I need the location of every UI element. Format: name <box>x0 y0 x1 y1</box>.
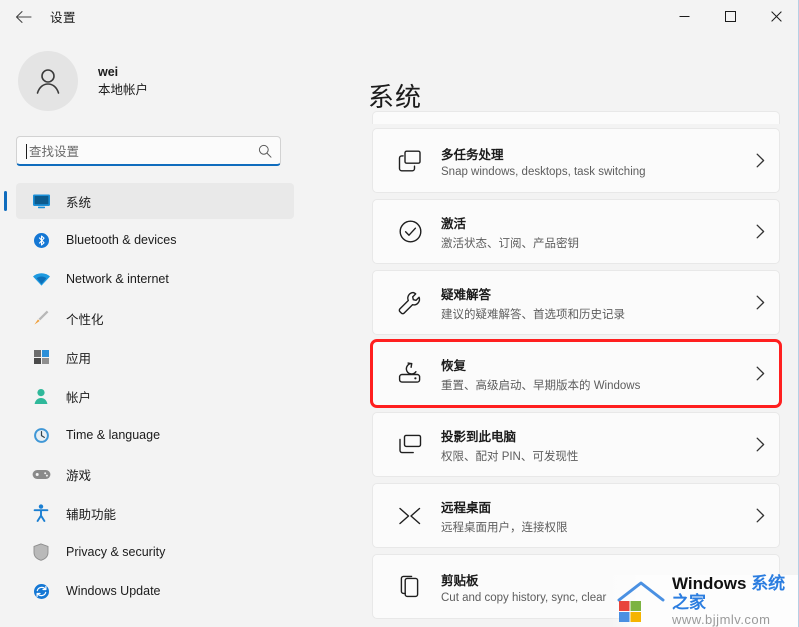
maximize-icon <box>724 11 736 22</box>
sidebar-item-label: Windows Update <box>66 584 161 598</box>
clock-icon <box>30 425 52 445</box>
person-icon <box>30 386 52 406</box>
card-subtitle: 权限、配对 PIN、可发现性 <box>441 450 579 463</box>
sidebar-item-windows-update[interactable]: Windows Update <box>16 573 294 609</box>
card-title: 激活 <box>441 216 467 231</box>
account-type: 本地帐户 <box>98 83 149 97</box>
card-title: 多任务处理 <box>441 147 504 162</box>
card-title: 远程桌面 <box>441 500 492 515</box>
partial-card-above[interactable] <box>372 111 780 124</box>
title-bar: 设置 <box>0 0 798 33</box>
settings-card-projecting[interactable]: 投影到此电脑 权限、配对 PIN、可发现性 <box>372 412 780 477</box>
minimize-button[interactable] <box>661 0 707 33</box>
watermark-brand-en: Windows <box>672 574 752 594</box>
sidebar-item-label: Time & language <box>66 428 161 442</box>
update-icon <box>30 581 52 601</box>
search-placeholder: 查找设置 <box>29 145 80 159</box>
settings-card-troubleshoot[interactable]: 疑难解答 建议的疑难解答、首选项和历史记录 <box>372 270 780 335</box>
paintbrush-icon <box>30 308 52 328</box>
search-input[interactable]: 查找设置 <box>16 136 281 166</box>
settings-window: 设置 wei 本地帐户 查找设置 系统 Bluetooth & devices … <box>0 0 799 627</box>
maximize-button[interactable] <box>707 0 753 33</box>
bluetooth-icon <box>30 230 52 250</box>
gamepad-icon <box>30 464 52 484</box>
watermark: Windows 系统之家 www.bjjmlv.com <box>608 574 798 627</box>
card-subtitle: 建议的疑难解答、首选项和历史记录 <box>441 308 625 321</box>
sidebar-item-apps[interactable]: 应用 <box>16 339 294 375</box>
card-subtitle: Snap windows, desktops, task switching <box>441 165 646 178</box>
windows-house-logo-icon <box>617 581 665 622</box>
sidebar-item-network-internet[interactable]: Network & internet <box>16 261 294 297</box>
sidebar: wei 本地帐户 查找设置 系统 Bluetooth & devices Net… <box>0 33 310 627</box>
sidebar-item-privacy-security[interactable]: Privacy & security <box>16 534 294 570</box>
sidebar-item-label: 辅助功能 <box>66 507 117 522</box>
accessibility-icon <box>30 503 52 523</box>
account-block[interactable]: wei 本地帐户 <box>18 51 310 111</box>
sidebar-item-personalization[interactable]: 个性化 <box>16 300 294 336</box>
wifi-icon <box>30 269 52 289</box>
sidebar-item-label: Network & internet <box>66 272 169 286</box>
settings-card-list: 多任务处理 Snap windows, desktops, task switc… <box>370 111 782 625</box>
chevron-right-icon <box>750 224 765 239</box>
chevron-right-icon <box>750 508 765 523</box>
card-subtitle: 重置、高级启动、早期版本的 Windows <box>441 379 641 392</box>
card-title: 疑难解答 <box>441 287 492 302</box>
wrench-icon <box>395 291 425 315</box>
card-subtitle: 远程桌面用户，连接权限 <box>441 521 568 534</box>
chevron-right-icon <box>750 366 765 381</box>
recovery-drive-icon <box>395 362 425 385</box>
sidebar-item-label: 应用 <box>66 351 92 366</box>
monitor-icon <box>30 191 52 211</box>
chevron-right-icon <box>750 153 765 168</box>
back-button[interactable] <box>6 2 40 32</box>
sidebar-nav: 系统 Bluetooth & devices Network & interne… <box>0 180 310 612</box>
remote-desktop-icon <box>395 506 425 526</box>
sidebar-item-label: 系统 <box>66 195 92 210</box>
account-name: wei <box>98 64 119 79</box>
chevron-right-icon <box>750 295 765 310</box>
card-title: 投影到此电脑 <box>441 429 517 444</box>
watermark-line1: Windows 系统之家 <box>672 574 798 612</box>
sidebar-item-bluetooth-devices[interactable]: Bluetooth & devices <box>16 222 294 258</box>
person-icon <box>36 69 60 94</box>
sidebar-item-label: 个性化 <box>66 312 104 327</box>
sidebar-item-label: 游戏 <box>66 468 92 483</box>
page-title: 系统 <box>368 82 423 112</box>
main-content: 系统 多任务处理 Snap windows, desktops, task sw… <box>310 33 798 627</box>
chevron-right-icon <box>750 437 765 452</box>
apps-icon <box>30 347 52 367</box>
sidebar-item-system[interactable]: 系统 <box>4 183 294 219</box>
close-icon <box>770 11 782 22</box>
settings-card-activation[interactable]: 激活 激活状态、订阅、产品密钥 <box>372 199 780 264</box>
settings-card-recovery[interactable]: 恢复 重置、高级启动、早期版本的 Windows <box>370 339 782 408</box>
window-title: 设置 <box>50 11 77 25</box>
sidebar-item-label: 帐户 <box>66 390 92 405</box>
clipboard-icon <box>395 575 425 598</box>
check-circle-icon <box>395 220 425 243</box>
text-caret <box>26 144 27 159</box>
search-icon <box>258 144 272 158</box>
card-title: 恢复 <box>441 358 467 373</box>
close-button[interactable] <box>753 0 798 33</box>
window-controls <box>661 0 798 33</box>
sidebar-item-time-language[interactable]: Time & language <box>16 417 294 453</box>
watermark-url: www.bjjmlv.com <box>672 611 771 627</box>
sidebar-item-accounts[interactable]: 帐户 <box>16 378 294 414</box>
multitasking-icon <box>395 150 425 172</box>
card-subtitle: 激活状态、订阅、产品密钥 <box>441 237 579 250</box>
settings-card-remote-desktop[interactable]: 远程桌面 远程桌面用户，连接权限 <box>372 483 780 548</box>
minimize-icon <box>679 16 689 17</box>
avatar <box>18 51 78 111</box>
sidebar-item-accessibility[interactable]: 辅助功能 <box>16 495 294 531</box>
sidebar-item-label: Bluetooth & devices <box>66 233 177 247</box>
sidebar-item-gaming[interactable]: 游戏 <box>16 456 294 492</box>
shield-icon <box>30 542 52 562</box>
settings-card-multitasking[interactable]: 多任务处理 Snap windows, desktops, task switc… <box>372 128 780 193</box>
project-screen-icon <box>395 434 425 455</box>
search-container: 查找设置 <box>16 136 281 166</box>
sidebar-item-label: Privacy & security <box>66 545 166 559</box>
back-arrow-icon <box>15 10 32 23</box>
